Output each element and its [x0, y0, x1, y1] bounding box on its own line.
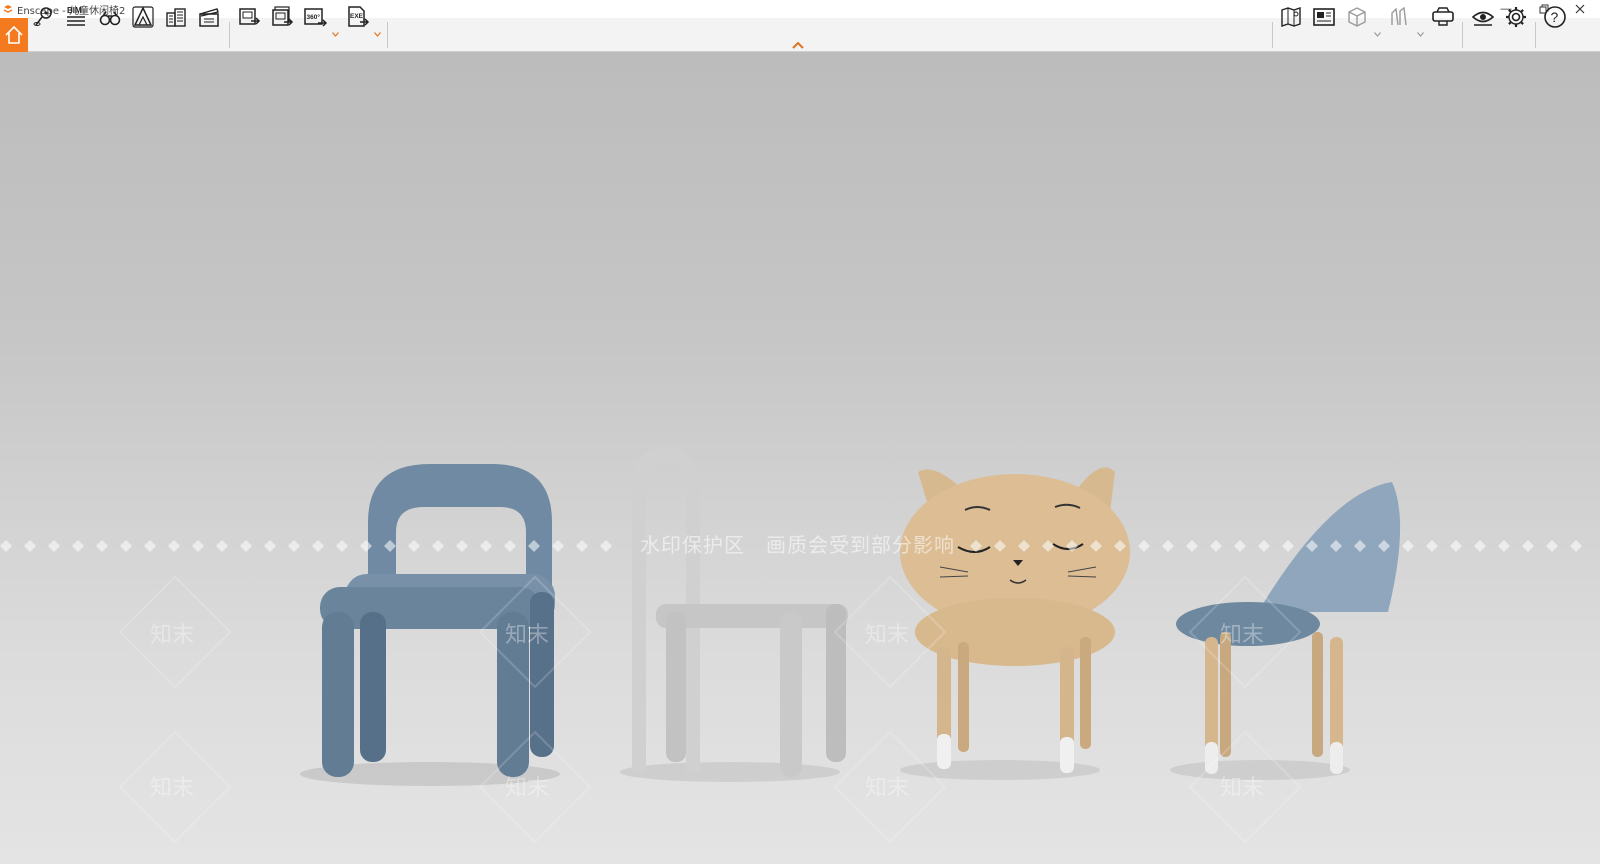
toolbar-separator	[229, 22, 230, 48]
help-label: ?	[1551, 9, 1559, 25]
chevron-down-icon	[332, 32, 339, 37]
batch-render-icon	[272, 6, 294, 26]
help-button[interactable]: ?	[1541, 2, 1569, 32]
visual-settings-button[interactable]	[1469, 2, 1497, 32]
eye-icon	[1471, 11, 1495, 26]
bim-button[interactable]: BIM	[62, 2, 90, 32]
help-icon: ?	[1544, 6, 1566, 28]
panorama-label: 360°	[307, 13, 321, 21]
render-viewport[interactable]: 水印保护区 画质会受到部分影响 知末 知末 知末 知末 知末 知末 知末 知末	[0, 52, 1600, 864]
vr-headset-icon	[1432, 7, 1454, 26]
collapse-toolbar-chevron-up-icon[interactable]	[790, 40, 806, 50]
map-icon	[1281, 7, 1301, 27]
views-button[interactable]	[96, 2, 124, 32]
toolbar-separator	[1272, 22, 1273, 48]
cube-icon	[1348, 7, 1366, 27]
chevron-down-icon	[1374, 32, 1381, 37]
location-button[interactable]	[30, 2, 58, 32]
map-button[interactable]	[1277, 2, 1305, 32]
watermark-logo: 知末	[865, 623, 910, 648]
watermark-logo: 知末	[150, 623, 195, 648]
export-dropdown[interactable]	[374, 30, 381, 39]
watermark-logo: 知末	[505, 776, 550, 801]
buildings-icon	[166, 8, 186, 27]
home-icon	[5, 25, 23, 44]
export-exe-icon: EXE	[348, 6, 370, 27]
enscape-logo-icon	[3, 5, 13, 13]
close-icon	[1575, 4, 1585, 14]
material-dropdown[interactable]	[1374, 30, 1381, 39]
export-button[interactable]: EXE	[344, 2, 372, 32]
vr-button[interactable]	[1429, 2, 1457, 32]
home-button[interactable]	[0, 18, 28, 52]
export-label: EXE	[350, 13, 364, 20]
gallery-button[interactable]	[1310, 2, 1338, 32]
watermark-logo: 知末	[1220, 776, 1265, 801]
watermark-logo: 知末	[150, 776, 195, 801]
panorama-icon: 360°	[304, 8, 327, 27]
asset-library-button[interactable]	[162, 2, 190, 32]
chevron-down-icon	[1417, 32, 1424, 37]
blue-shell-chair	[1176, 482, 1401, 774]
screenshot-button[interactable]	[235, 2, 263, 32]
toolbar-separator	[387, 22, 388, 48]
watermark-logo: 知末	[1220, 623, 1265, 648]
terrain-icon	[132, 6, 154, 28]
assets-dropdown[interactable]	[1417, 30, 1424, 39]
bim-label: BIM	[67, 6, 82, 15]
clapperboard-icon	[199, 8, 219, 27]
bim-icon: BIM	[67, 6, 85, 26]
assets-icon	[1391, 6, 1407, 26]
screenshot-icon	[239, 8, 261, 25]
panorama-button[interactable]: 360°	[301, 2, 329, 32]
gear-icon	[1506, 7, 1526, 27]
white-tube-chair	[632, 447, 848, 777]
binoculars-icon	[99, 11, 121, 26]
batch-render-button[interactable]	[268, 2, 296, 32]
material-editor-button[interactable]	[1343, 2, 1371, 32]
watermark-logo: 知末	[865, 776, 910, 801]
watermark-text: 水印保护区 画质会受到部分影响	[640, 533, 955, 557]
toolbar-separator	[1535, 22, 1536, 48]
watermark-logo: 知末	[505, 623, 550, 648]
gallery-icon	[1313, 8, 1335, 26]
site-context-button[interactable]	[129, 2, 157, 32]
assets-button[interactable]	[1386, 2, 1414, 32]
location-pin-icon	[33, 7, 52, 26]
chair-scene	[0, 447, 1582, 844]
video-editor-button[interactable]	[195, 2, 223, 32]
chevron-down-icon	[374, 32, 381, 37]
settings-button[interactable]	[1502, 2, 1530, 32]
toolbar-separator	[1462, 22, 1463, 48]
panorama-dropdown[interactable]	[332, 30, 339, 39]
